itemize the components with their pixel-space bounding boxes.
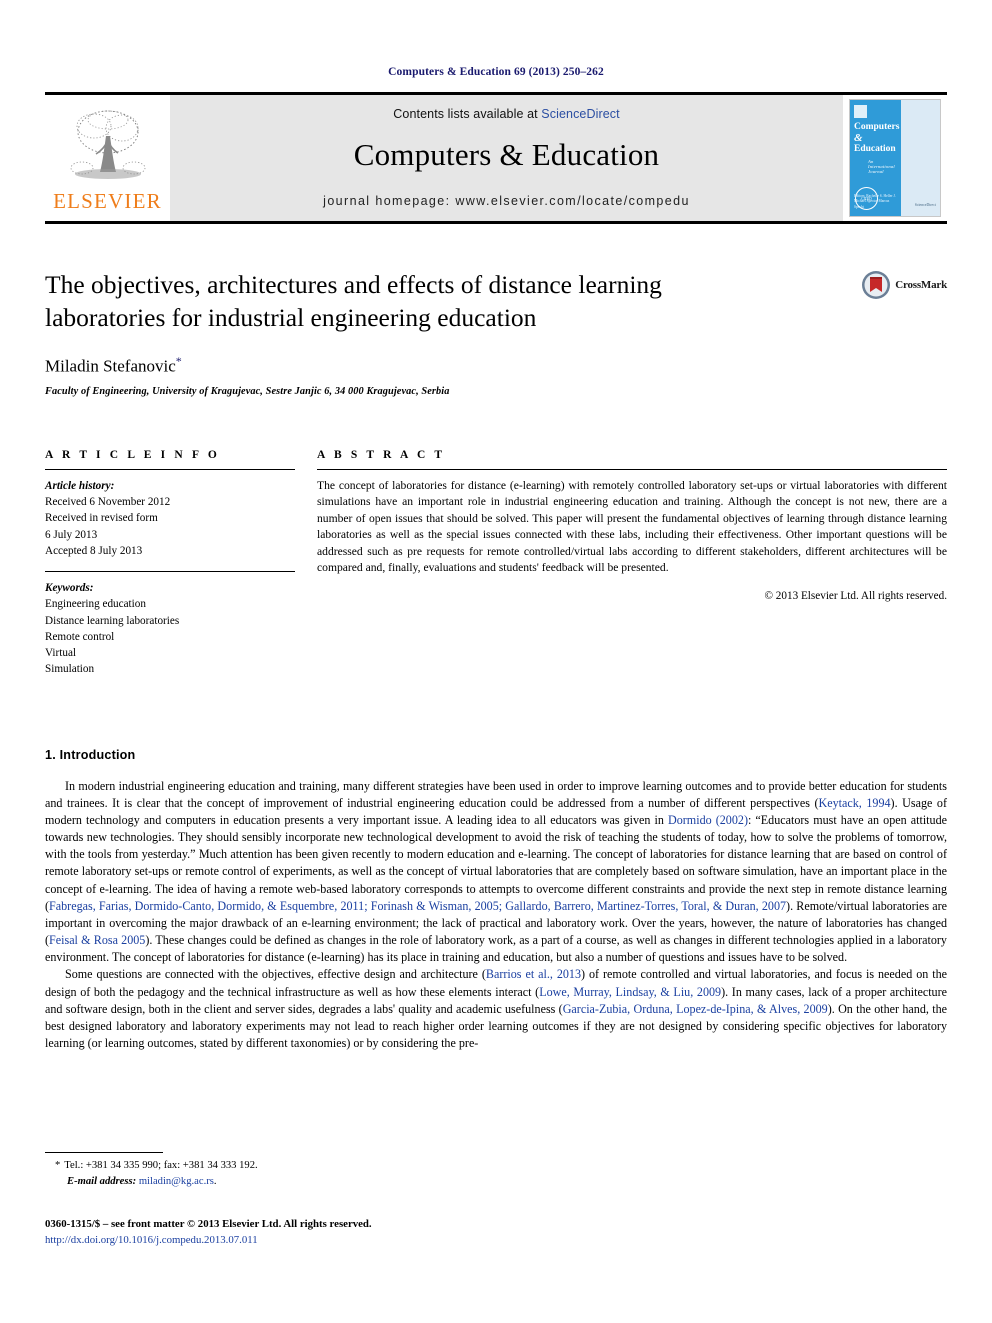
citation-link[interactable]: Lowe, Murray, Lindsay, & Liu, 2009 [539,985,721,999]
keywords-rule [45,571,295,573]
keywords-label: Keywords: [45,582,94,595]
citation-link[interactable]: Keytack, 1994 [819,796,891,810]
author-line: Miladin Stefanovic* [45,354,947,377]
keyword-item: Engineering education [45,598,146,611]
contents-available-line: Contents lists available at ScienceDirec… [393,107,619,121]
history-item: Received 6 November 2012 [45,496,171,509]
keyword-item: Distance learning laboratories [45,614,180,627]
elsevier-wordmark: ELSEVIER [53,189,162,213]
footer-doi-link[interactable]: http://dx.doi.org/10.1016/j.compedu.2013… [45,1232,645,1248]
article-info-column: A R T I C L E I N F O Article history: R… [45,449,295,678]
introduction-section: 1. Introduction In modern industrial eng… [45,748,947,1053]
contents-prefix: Contents lists available at [393,107,542,121]
author-footnote-marker[interactable]: * [176,354,182,368]
cover-elsevier-mark-icon [854,105,867,118]
para2-text-a: Some questions are connected with the ob… [65,967,486,982]
abstract-text: The concept of laboratories for distance… [317,478,947,575]
journal-cover-thumbnail: Computers & Education An International J… [843,95,947,221]
footer-issn-line: 0360-1315/$ – see front matter © 2013 El… [45,1218,372,1230]
abstract-column: A B S T R A C T The concept of laborator… [317,449,947,678]
author-name: Miladin Stefanovic [45,356,176,376]
keyword-item: Simulation [45,663,95,676]
keyword-item: Virtual [45,647,77,660]
cover-left-panel: Computers & Education An International J… [850,100,902,216]
cover-publisher-mark: ScienceDirect [914,203,936,208]
crossmark-icon [862,271,891,299]
footnote-marker: * [55,1160,61,1171]
journal-masthead: ELSEVIER Contents lists available at Sci… [45,92,947,224]
footnote-email-label: E-mail address: [67,1175,137,1187]
abstract-rule [317,468,947,470]
footnote-contact: * Tel.: +381 34 335 990; fax: +381 34 333… [45,1158,505,1174]
article-info-heading: A R T I C L E I N F O [45,448,220,461]
cover-box: Computers & Education An International J… [849,99,941,217]
running-head: Computers & Education 69 (2013) 250–262 [388,66,604,78]
abstract-heading: A B S T R A C T [317,448,446,461]
footnote-contact-text: Tel.: +381 34 335 990; fax: +381 34 333 … [64,1160,258,1171]
citation-link[interactable]: Fabregas, Farias, Dormido-Canto, Dormido… [49,899,786,913]
keyword-item: Remote control [45,630,115,643]
cover-ampersand: & [854,131,863,144]
paragraph-1: In modern industrial engineering educati… [45,778,947,967]
history-item: Accepted 8 July 2013 [45,544,143,557]
footnote-area: * Tel.: +381 34 335 990; fax: +381 34 333… [45,1152,505,1190]
journal-title: Computers & Education [353,137,660,172]
crossmark-badge[interactable]: CrossMark [861,270,947,300]
para1-text-e: ). These changes could be defined as cha… [45,933,947,965]
sciencedirect-link[interactable]: ScienceDirect [541,107,619,121]
cover-title-line2: Education [854,143,896,154]
journal-homepage-link[interactable]: journal homepage: www.elsevier.com/locat… [323,194,690,208]
footer-area: 0360-1315/$ – see front matter © 2013 El… [45,1216,645,1248]
article-history-label: Article history: [45,479,115,492]
section-heading-introduction: 1. Introduction [45,747,136,762]
page-title: The objectives, architectures and effect… [45,270,662,333]
masthead-center: Contents lists available at ScienceDirec… [170,95,843,221]
cover-right-panel: ScienceDirect [901,100,940,216]
elsevier-logo: ELSEVIER [45,95,170,221]
info-abstract-row: A R T I C L E I N F O Article history: R… [45,449,947,678]
footnote-email-row: E-mail address: miladin@kg.ac.rs. [67,1175,217,1187]
article-page: Computers & Education 69 (2013) 250–262 [0,0,992,1323]
cover-seal-badge: CITED [855,187,878,210]
footnote-email-link[interactable]: miladin@kg.ac.rs [139,1176,214,1187]
title-block: The objectives, architectures and effect… [45,268,947,397]
elsevier-tree-icon [70,110,145,179]
history-item: Received in revised form [45,512,158,525]
cover-title: Computers & Education [854,122,899,155]
citation-link[interactable]: Garcia-Zubia, Orduna, Lopez-de-Ipina, & … [563,1002,828,1016]
article-info-rule [45,468,295,470]
cover-subtitle: An International Journal [868,158,895,174]
abstract-copyright: © 2013 Elsevier Ltd. All rights reserved… [764,589,948,602]
para1-text-a: In modern industrial engineering educati… [45,778,947,810]
citation-link[interactable]: Feisal & Rosa 2005 [49,933,145,947]
citation-link[interactable]: Dormido (2002) [668,813,748,827]
paragraph-2: Some questions are connected with the ob… [45,966,947,1052]
citation-link[interactable]: Barrios et al., 2013 [486,967,581,981]
history-item: 6 July 2013 [45,528,98,541]
crossmark-label: CrossMark [895,279,947,291]
footnote-rule [45,1152,163,1153]
affiliation: Faculty of Engineering, University of Kr… [45,385,450,397]
